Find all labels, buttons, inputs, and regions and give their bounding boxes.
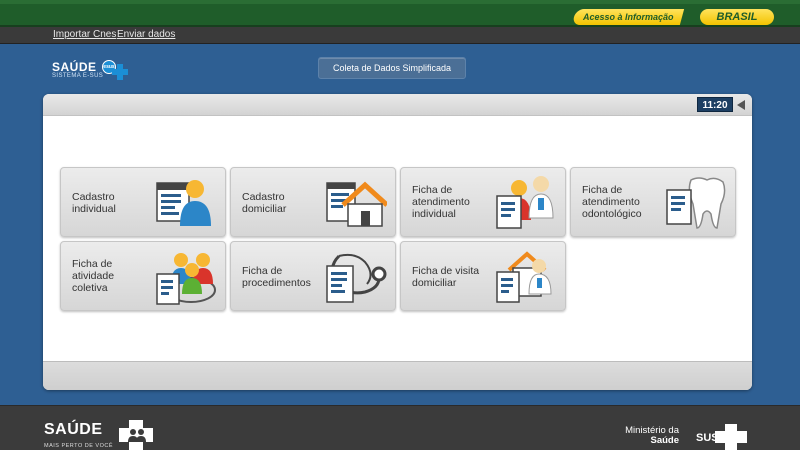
tile-cadastro-domiciliar[interactable]: Cadastro domiciliar	[230, 167, 396, 237]
footer: SAÚDE MAIS PERTO DE VOCÊ Ministério da S…	[0, 405, 800, 450]
tile-label: Ficha de visita domiciliar	[412, 265, 480, 289]
send-data-link[interactable]: Enviar dados	[117, 29, 175, 40]
clock-display: 11:20	[697, 97, 733, 112]
tile-cadastro-individual[interactable]: Cadastro individual	[60, 167, 226, 237]
stethoscope-icon	[326, 253, 387, 303]
sus-cross-icon	[715, 424, 747, 450]
logo-cross-icon	[112, 64, 128, 80]
top-nav: Importar Cnes Enviar dados	[0, 27, 800, 44]
ministerio-saude-logo: Ministério da Saúde	[617, 426, 679, 446]
page-title: Coleta de Dados Simplificada	[318, 57, 466, 79]
footer-cross-icon	[119, 420, 153, 450]
brasil-link[interactable]: BRASIL	[700, 9, 774, 25]
home-visit-icon	[496, 251, 552, 303]
tile-label: Ficha de atendimento odontológico	[582, 184, 642, 220]
tile-label: Cadastro domiciliar	[242, 191, 287, 215]
tile-atividade-coletiva[interactable]: Ficha de atividade coletiva	[60, 241, 226, 311]
tile-visita-domiciliar[interactable]: Ficha de visita domiciliar	[400, 241, 566, 311]
tile-atendimento-odontologico[interactable]: Ficha de atendimento odontológico	[570, 167, 736, 237]
panel-toolbar: 11:20	[43, 94, 752, 116]
doctor-patient-icon	[496, 176, 554, 229]
house-icon	[326, 181, 387, 227]
tooth-icon	[666, 177, 726, 229]
panel-footer-bar	[43, 361, 752, 390]
acesso-informacao-label: Acesso à Informação	[582, 12, 674, 22]
footer-saude-logo: SAÚDE	[44, 421, 103, 438]
acesso-informacao-link[interactable]: Acesso à Informação	[571, 9, 685, 25]
import-cnes-link[interactable]: Importar Cnes	[53, 29, 116, 40]
person-card-icon	[156, 180, 211, 226]
tile-procedimentos[interactable]: Ficha de procedimentos	[230, 241, 396, 311]
tile-label: Cadastro individual	[72, 191, 116, 215]
saude-esus-logo: SAÚDE SISTEMA E-SUS esus	[52, 60, 132, 84]
government-bar: Acesso à Informação BRASIL	[0, 0, 800, 27]
tile-atendimento-individual[interactable]: Ficha de atendimento individual	[400, 167, 566, 237]
footer-tagline: MAIS PERTO DE VOCÊ	[44, 443, 114, 449]
ministerio-line2: Saúde	[650, 435, 679, 446]
collapse-arrow-icon[interactable]	[737, 100, 745, 110]
group-icon	[156, 253, 216, 305]
main-panel: 11:20 Cadastro individual Cadastro domic…	[43, 94, 752, 390]
tile-label: Ficha de atividade coletiva	[72, 258, 115, 294]
gov-bar-strip	[0, 0, 800, 4]
tile-label: Ficha de procedimentos	[242, 265, 311, 289]
tile-label: Ficha de atendimento individual	[412, 184, 470, 220]
